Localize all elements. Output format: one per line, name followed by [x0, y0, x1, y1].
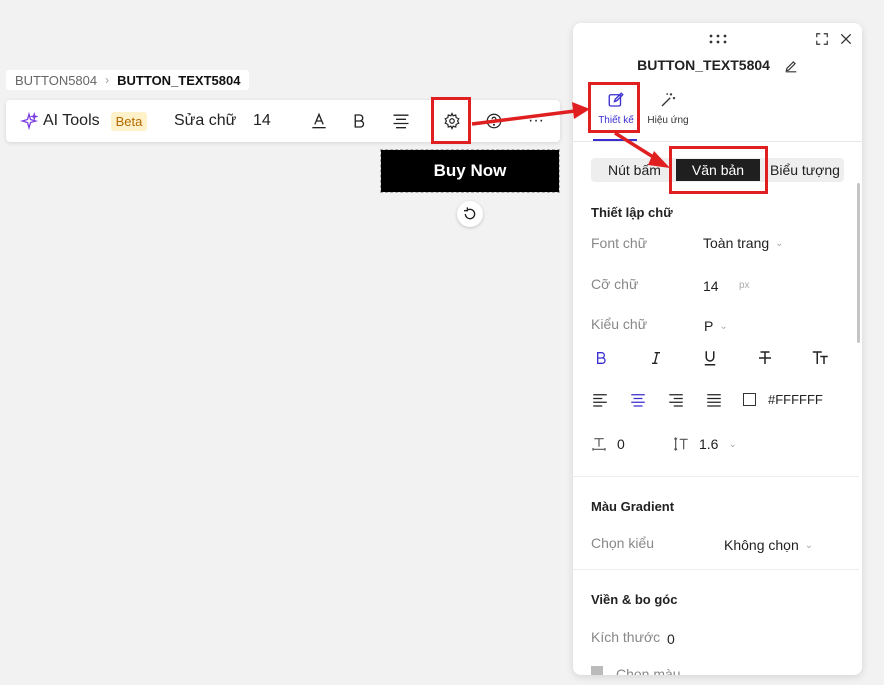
- annotation-arrows: [471, 102, 670, 168]
